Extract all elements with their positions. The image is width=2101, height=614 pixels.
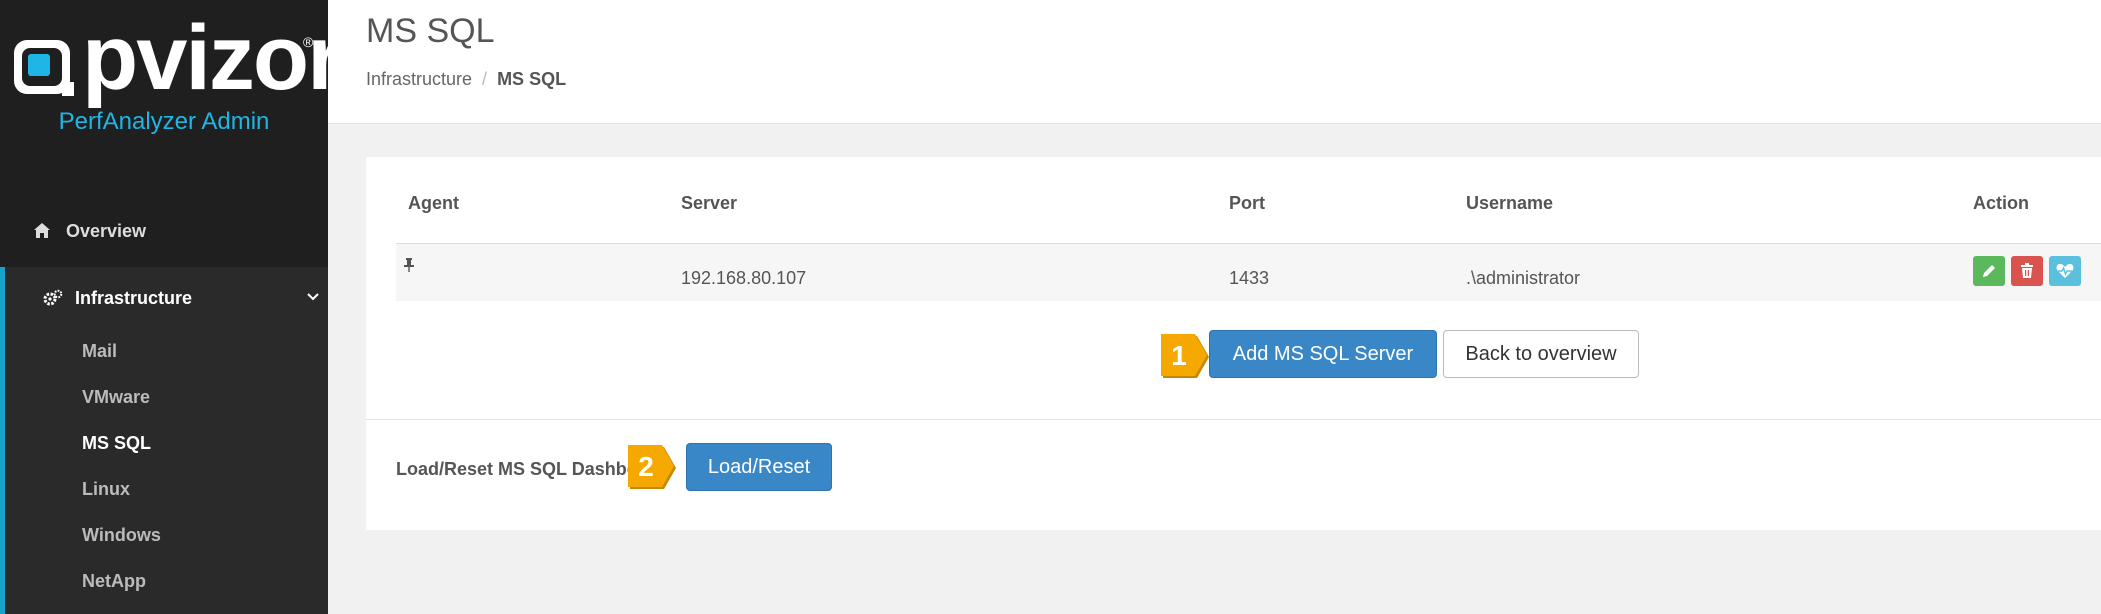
sidebar-item-label: Infrastructure (75, 288, 193, 308)
sidebar-item-label: Overview (66, 221, 147, 241)
step-badge-icon: 2 (628, 445, 676, 489)
sidebar: pvizor ® PerfAnalyzer Admin Overview Inf… (0, 0, 343, 614)
pencil-icon (1983, 265, 1995, 277)
servers-panel: Agent Server Port Username Action 192.16… (366, 157, 2101, 530)
step-badge-icon: 1 (1161, 334, 1209, 378)
column-header-server: Server (681, 193, 738, 213)
sidebar-item-vmware[interactable]: VMware (82, 387, 150, 408)
opvizor-logo[interactable]: pvizor ® (12, 12, 343, 108)
page-header: MS SQL Infrastructure / MS SQL (328, 0, 2101, 124)
sidebar-item-overview[interactable]: Overview (0, 212, 328, 252)
logo-text: pvizor (82, 7, 343, 109)
load-reset-button[interactable]: Load/Reset (686, 443, 832, 491)
app-subtitle: PerfAnalyzer Admin (58, 108, 270, 135)
port-cell: 1433 (1229, 268, 1270, 288)
sidebar-item-linux[interactable]: Linux (82, 479, 130, 500)
chevron-down-icon[interactable] (307, 289, 319, 307)
sidebar-section-infrastructure: Infrastructure Mail VMware MS SQL Linux … (0, 267, 328, 614)
sidebar-item-windows[interactable]: Windows (82, 525, 161, 546)
step-marker-number: 2 (638, 451, 654, 482)
add-ms-sql-server-button[interactable]: Add MS SQL Server (1209, 330, 1437, 378)
edit-button[interactable] (1973, 256, 2005, 286)
back-to-overview-button[interactable]: Back to overview (1443, 330, 1639, 378)
sidebar-item-infrastructure[interactable]: Infrastructure (39, 287, 319, 317)
trash-icon (2021, 263, 2033, 278)
section-divider (366, 419, 2101, 420)
cogs-icon (43, 289, 63, 312)
breadcrumb-parent-link[interactable]: Infrastructure (366, 69, 472, 89)
column-header-action: Action (1973, 193, 2029, 213)
step-marker-number: 1 (1171, 340, 1187, 371)
column-header-port: Port (1229, 193, 1265, 213)
load-reset-label: Load/Reset MS SQL Dashbo (396, 459, 638, 479)
step-marker-2: 2 (626, 444, 678, 492)
sidebar-item-netapp[interactable]: NetApp (82, 571, 146, 592)
username-cell: .\administrator (1466, 268, 1581, 288)
column-header-agent: Agent (408, 193, 459, 213)
column-header-username: Username (1466, 193, 1554, 213)
breadcrumb-current: MS SQL (497, 69, 567, 89)
sidebar-item-ms-sql[interactable]: MS SQL (82, 433, 151, 454)
server-cell: 192.168.80.107 (681, 268, 807, 288)
home-icon (34, 222, 50, 243)
registered-mark: ® (303, 34, 314, 50)
heartbeat-icon (2056, 263, 2074, 278)
breadcrumb-separator: / (482, 69, 488, 89)
health-check-button[interactable] (2049, 256, 2081, 286)
table-row: 192.168.80.107 1433 .\administrator (396, 243, 2101, 301)
page-title: MS SQL (366, 12, 495, 50)
step-marker-1: 1 (1159, 333, 1211, 381)
sidebar-item-mail[interactable]: Mail (82, 341, 117, 362)
logo-mark-icon (14, 40, 74, 96)
breadcrumb: Infrastructure / MS SQL (366, 69, 566, 90)
delete-button[interactable] (2011, 256, 2043, 286)
pin-icon (404, 258, 414, 272)
